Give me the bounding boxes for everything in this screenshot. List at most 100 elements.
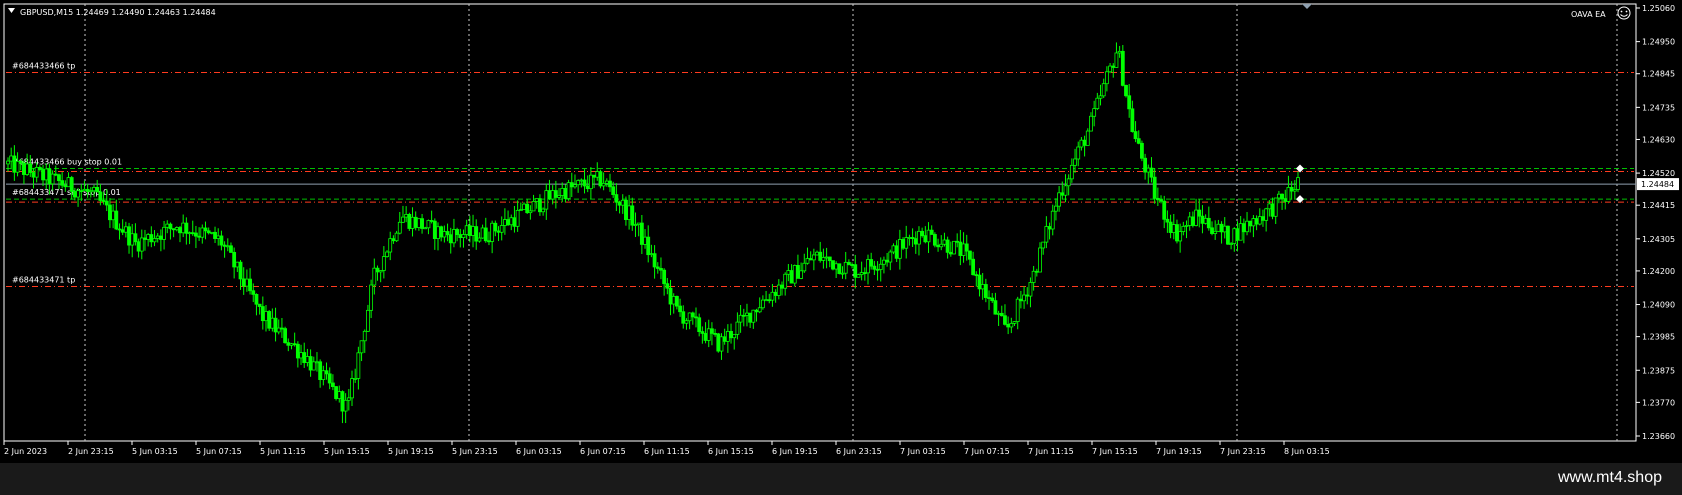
candle-body [1238, 223, 1243, 241]
candle-body [127, 226, 131, 246]
candle-body [786, 270, 791, 275]
candle-body [143, 237, 147, 240]
candle-body [1149, 167, 1154, 178]
candle-body [1162, 200, 1167, 220]
candle-body [1178, 231, 1183, 242]
candle-body [620, 199, 625, 206]
candle-body [1098, 95, 1103, 99]
candle-body [108, 204, 112, 221]
candle-body [866, 259, 870, 274]
candle-body [1276, 193, 1281, 199]
candle-body [649, 253, 654, 256]
triangle-down-icon[interactable] [8, 8, 15, 13]
time-tick-label: 6 Jun 11:15 [644, 447, 690, 456]
candle-body [197, 235, 202, 238]
candle-body [95, 186, 100, 193]
candle-body [1057, 192, 1062, 207]
candle-body [401, 216, 405, 223]
candle-body [824, 256, 829, 259]
candle-body [853, 264, 858, 278]
price-chart[interactable]: #684433466 tp#684433466 buy stop 0.01#68… [0, 0, 1682, 463]
candle-body [1171, 224, 1176, 233]
candle-body [522, 203, 526, 211]
candle-body [244, 278, 249, 287]
candle-body [273, 317, 278, 333]
candle-body [512, 217, 517, 227]
candle-body [334, 386, 338, 399]
candle-body [910, 237, 915, 239]
candle-body [684, 320, 689, 324]
candle-body [1028, 282, 1033, 297]
candle-body [165, 223, 170, 228]
candle-body [566, 182, 571, 199]
candle-body [808, 258, 813, 261]
candle-body [219, 235, 224, 246]
candle-body [1210, 227, 1214, 234]
candle-body [1050, 210, 1055, 230]
candle-body [917, 230, 921, 245]
candle-body [359, 340, 364, 354]
site-link[interactable]: www.mt4.shop [1558, 469, 1662, 487]
candle-body [764, 299, 768, 302]
candle-body [420, 218, 424, 229]
candle-body [1076, 146, 1081, 160]
candle-body [1018, 298, 1023, 302]
candle-body [751, 309, 756, 323]
candle-body [1168, 221, 1173, 233]
candle-body [346, 397, 351, 401]
candle-body [114, 210, 119, 230]
candle-body [595, 171, 600, 178]
candle-body [958, 241, 963, 256]
candle-body [1146, 167, 1151, 173]
candle-body [614, 194, 619, 203]
candle-body [719, 336, 724, 352]
candle-body [796, 265, 800, 279]
candle-body [487, 240, 491, 243]
candle-body [1248, 220, 1253, 227]
candle-body [280, 327, 284, 330]
candle-body [767, 299, 772, 302]
candle-body [601, 182, 606, 187]
candle-body [977, 274, 982, 290]
candle-body [576, 180, 581, 186]
candle-body [1063, 185, 1068, 196]
candle-body [1066, 178, 1071, 187]
smiley-face-icon[interactable] [1617, 6, 1631, 20]
candle-body [630, 205, 635, 226]
candle-body [429, 220, 434, 222]
candle-body [945, 239, 950, 253]
candle-body [117, 228, 122, 231]
candle-body [203, 227, 208, 232]
candle-body [413, 216, 418, 228]
candle-body [690, 312, 695, 318]
candle-body [659, 268, 663, 271]
candle-body [1203, 217, 1208, 224]
time-tick-label: 5 Jun 19:15 [388, 447, 434, 456]
candle-body [1117, 50, 1122, 54]
time-axis: 2 Jun 2023 2 Jun 23:15 5 Jun 03:15 5 Jun 07… [3, 441, 1330, 456]
candle-body [416, 218, 421, 228]
candle-body [31, 172, 36, 178]
candle-body [668, 287, 673, 305]
candle-body [60, 180, 65, 186]
candle-body [34, 167, 39, 178]
candle-body [805, 258, 810, 264]
symbol-info: GBPUSD,M15 1.24469 1.24490 1.24463 1.244… [20, 8, 216, 17]
price-tick-label: 1.24090 [1642, 301, 1675, 310]
price-axis: 1.25060 1.24950 1.24845 1.24735 1.24630 1.245… [1636, 4, 1675, 441]
candle-body [652, 253, 657, 268]
candle-body [502, 219, 507, 226]
candle-body [318, 361, 323, 380]
chart-shift-marker[interactable] [1302, 4, 1312, 9]
candle-body [206, 230, 211, 234]
candle-body [588, 174, 593, 190]
candle-body [44, 168, 49, 181]
candle-body [178, 227, 182, 234]
candle-body [700, 331, 705, 334]
candle-body [604, 180, 609, 184]
candle-body [53, 173, 58, 176]
candle-body [85, 188, 90, 192]
candle-body [872, 265, 877, 270]
candle-body [1155, 197, 1160, 201]
candle-body [289, 343, 294, 346]
